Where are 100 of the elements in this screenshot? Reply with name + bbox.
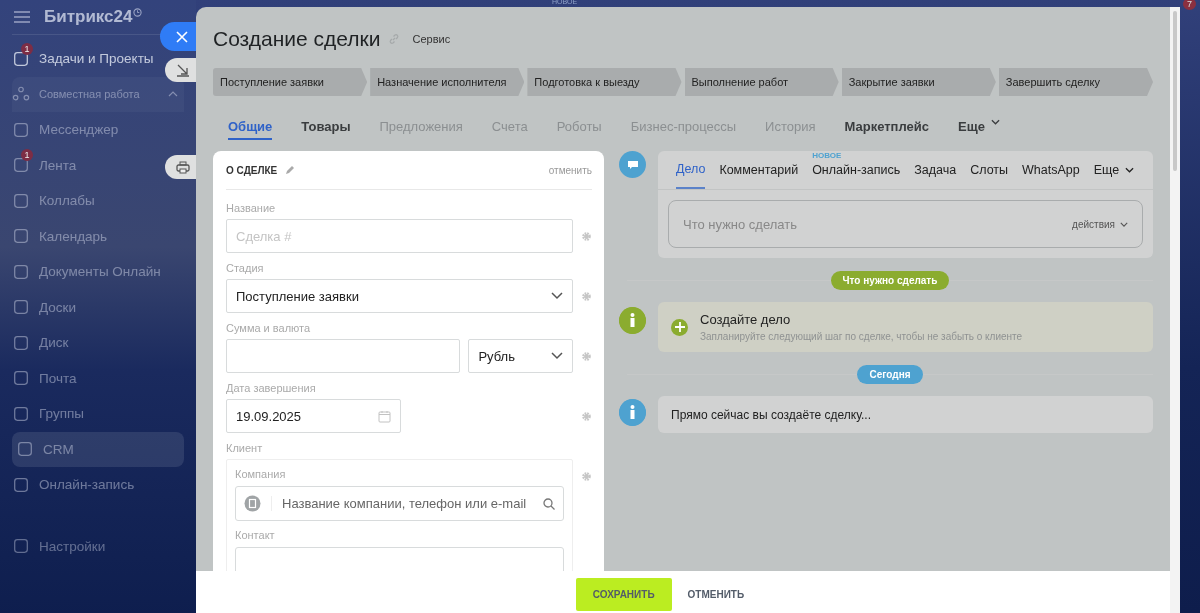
info-icon [619,399,646,426]
menu-icon[interactable] [14,11,30,23]
sidebar-item[interactable]: Диск [12,325,158,361]
select-field[interactable]: Поступление заявки [226,279,573,313]
sidebar-item[interactable]: 1 Задачи и Проекты [12,41,158,77]
tab[interactable]: Слоты [970,151,1009,189]
info-icon [619,307,646,334]
stage-step[interactable]: Подготовка к выезду [527,68,682,96]
input-field[interactable] [226,339,461,373]
settings-icon[interactable] [581,350,592,362]
sidebar-item[interactable]: Настройки [12,528,158,564]
search-field[interactable]: Название компании, телефон или e-mail [235,486,564,521]
sidebar-item[interactable]: 1 Лента [12,147,158,183]
chevron-icon [551,292,563,300]
stage-step[interactable]: Закрытие заявки [841,68,996,96]
select-field[interactable]: Рубль [468,339,573,373]
tab[interactable]: Дело [676,151,706,189]
save-button[interactable]: СОХРАНИТЬ [575,578,672,611]
caret-icon [1120,221,1128,227]
settings-icon[interactable] [581,230,592,242]
tab[interactable]: НОВОЕ Онлайн-запись [812,151,901,189]
group-label: Совместная работа [39,88,141,101]
item-label: Почта [39,370,77,386]
settings-icon[interactable] [581,290,592,302]
card-title: Создайте дело [700,312,792,327]
item-label: Календарь [39,228,108,244]
item-label: Лента [39,157,77,173]
category-label: Сервис [412,33,451,45]
item-label: CRM [43,441,74,457]
item-icon [16,440,34,459]
sidebar-item[interactable]: Календарь [12,218,158,254]
stage-step[interactable]: Поступление заявки [213,68,368,96]
page-title: Создание сделки [213,27,381,51]
item-icon [12,475,30,494]
item-label: Группы [39,406,84,422]
field-label: Сумма и валюта [226,322,312,334]
tab[interactable]: WhatsApp [1022,151,1080,189]
date-pill: Сегодня [857,364,923,384]
sidebar-item[interactable]: Мессенджер [12,112,158,148]
sidebar-item[interactable]: CRM [12,431,184,467]
sidebar-item[interactable]: Онлайн-запись [12,467,158,503]
tab[interactable]: Задача [914,151,957,189]
item-label: Коллабы [39,193,95,209]
item-icon [12,298,30,317]
sidebar-item[interactable]: Коллабы [12,183,158,219]
settings-icon[interactable] [581,471,592,482]
input-field[interactable]: Сделка # [226,219,573,253]
close-icon [176,30,188,43]
field-label: Контакт [235,529,276,541]
item-icon [12,262,30,281]
item-icon [12,333,30,352]
date-field[interactable]: 19.09.2025 [226,399,401,433]
section-title: О СДЕЛКЕ [226,164,278,176]
cancel-button[interactable]: ОТМЕНИТЬ [681,588,751,601]
field-label: Компания [235,468,287,480]
clock-icon [133,7,143,17]
todo-input[interactable]: Что нужно сделать действия [668,200,1143,248]
cancel-link[interactable]: отменить [548,164,592,176]
counter-badge: 7 [1183,0,1196,10]
tab[interactable]: Комментарий [719,151,799,189]
printer-icon [175,160,190,174]
item-label: Онлайн-запись [39,477,135,493]
pencil-icon[interactable] [285,165,296,175]
link-icon[interactable] [388,33,401,45]
company-icon [244,495,261,512]
item-icon [12,120,30,139]
counter-badge: 1 [21,149,33,162]
stage-step[interactable]: Выполнение работ [684,68,839,96]
field-label: Дата завершения [226,382,317,394]
item-label: Задачи и Проекты [39,51,154,67]
actions-dropdown[interactable]: действия [1072,218,1128,230]
stage-step[interactable]: Назначение исполнителя [370,68,525,96]
item-label: Доски [39,299,76,315]
sidebar-item[interactable]: Группы [12,396,158,432]
caret-icon [168,91,178,98]
item-icon [12,227,30,246]
tab[interactable]: Еще [958,118,1000,151]
stage-step[interactable]: Завершить сделку [998,68,1154,96]
comment-bubble-icon [619,151,646,178]
tab[interactable]: Еще [1093,151,1135,189]
sidebar-item[interactable]: Доски [12,289,158,325]
sidebar-item[interactable]: Почта [12,360,158,396]
plus-icon [671,318,688,336]
note-text: Прямо сейчас вы создаёте сделку... [671,407,871,422]
item-icon [12,191,30,210]
sidebar-item[interactable]: Документы Онлайн [12,254,158,290]
new-label: НОВОЕ [812,151,842,160]
sidebar-group[interactable]: Совместная работа [12,76,184,112]
logo[interactable]: Битрикс24 [44,7,133,27]
field-label: Название [226,202,277,214]
search-icon [543,497,555,510]
tab[interactable]: Общие [228,118,273,140]
section-pill: Что нужно сделать [830,270,950,290]
item-label: Документы Онлайн [39,264,161,280]
item-label: Настройки [39,538,106,554]
arrow-icon [175,63,190,77]
tab[interactable]: Товары [301,118,351,151]
settings-icon[interactable] [581,410,592,422]
item-icon [12,404,30,423]
tab[interactable]: Маркетплейс [844,118,929,151]
